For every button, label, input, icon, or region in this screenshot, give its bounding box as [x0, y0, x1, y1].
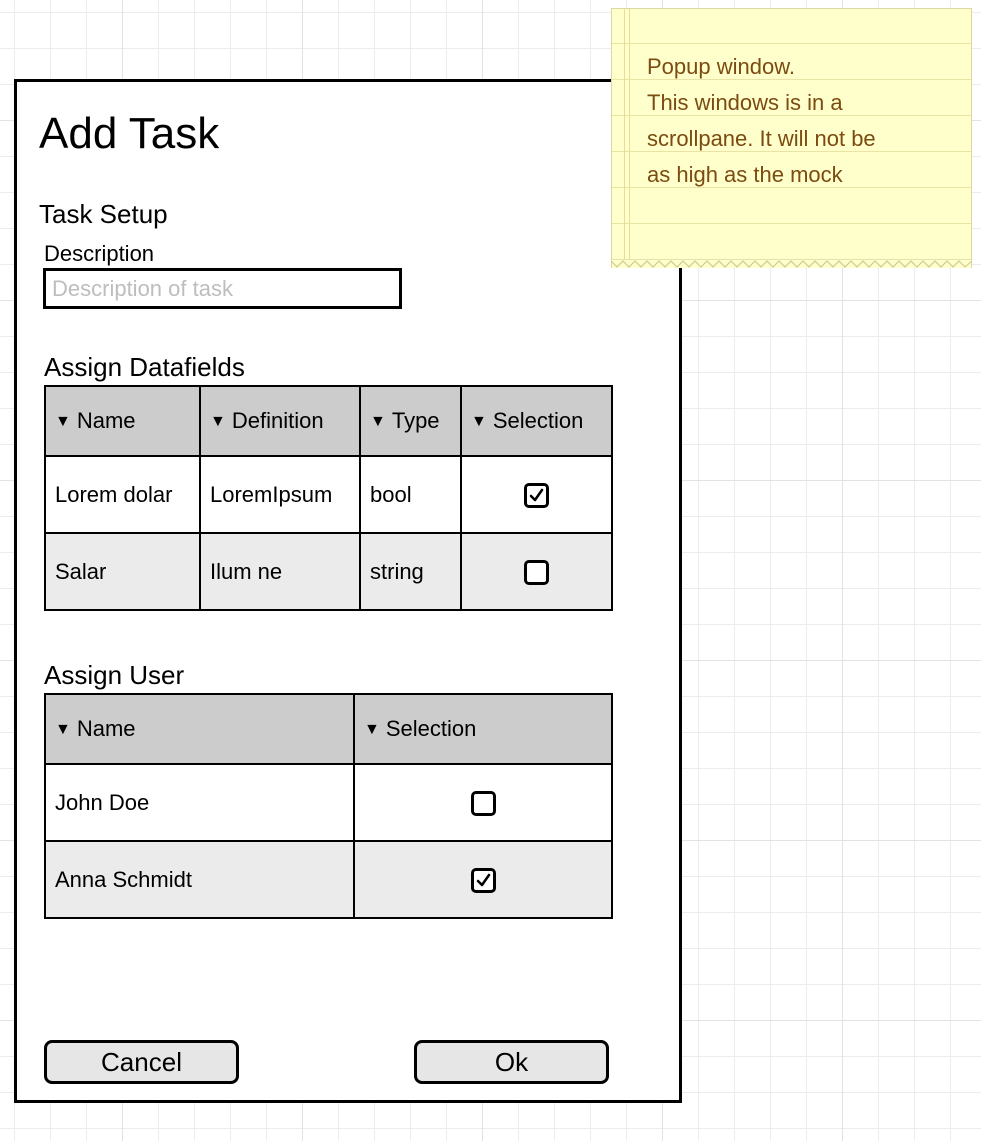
column-header-name[interactable]: ▼ Name	[44, 693, 355, 765]
cell-definition: LoremIpsum	[199, 455, 361, 534]
sticky-note-line: as high as the mock	[647, 162, 843, 187]
table-row[interactable]: John Doe	[44, 763, 613, 842]
cell-name: Lorem dolar	[44, 455, 201, 534]
triangle-down-icon: ▼	[364, 721, 380, 738]
assign-datafields-heading: Assign Datafields	[44, 352, 245, 382]
cell-definition: Ilum ne	[199, 532, 361, 611]
checkbox-checked-icon[interactable]	[524, 482, 549, 508]
sticky-note-line: This windows is in a	[647, 90, 843, 115]
cell-name: John Doe	[44, 763, 355, 842]
table-row[interactable]: Anna Schmidt	[44, 840, 613, 919]
column-header-selection[interactable]: ▼ Selection	[353, 693, 613, 765]
torn-edge	[611, 259, 972, 268]
triangle-down-icon: ▼	[370, 413, 386, 430]
triangle-down-icon: ▼	[55, 721, 71, 738]
checkbox-unchecked-icon[interactable]	[524, 559, 549, 585]
column-header-selection[interactable]: ▼ Selection	[460, 385, 613, 457]
task-setup-heading: Task Setup	[39, 199, 168, 229]
sticky-note-margin	[624, 9, 630, 261]
column-header-name[interactable]: ▼ Name	[44, 385, 201, 457]
triangle-down-icon: ▼	[55, 413, 71, 430]
sticky-note-line: scrollpane. It will not be	[647, 126, 876, 151]
checkbox-unchecked-icon[interactable]	[470, 790, 496, 816]
cell-name: Salar	[44, 532, 201, 611]
sticky-note-text: Popup window. This windows is in a scrol…	[647, 49, 967, 193]
add-task-dialog: Add Task Task Setup Description Assign D…	[14, 79, 682, 1103]
description-input[interactable]	[43, 268, 402, 309]
ok-button[interactable]: Ok	[414, 1040, 609, 1084]
table-row[interactable]: Salar Ilum ne string	[44, 532, 613, 611]
dialog-title: Add Task	[39, 109, 220, 158]
table-row[interactable]: Lorem dolar LoremIpsum bool	[44, 455, 613, 534]
assign-user-heading: Assign User	[44, 660, 185, 690]
description-label: Description	[44, 241, 155, 266]
checkbox-checked-icon[interactable]	[470, 867, 496, 893]
cell-type: bool	[359, 455, 462, 534]
sticky-note-line: Popup window.	[647, 54, 795, 79]
cell-type: string	[359, 532, 462, 611]
triangle-down-icon: ▼	[471, 413, 487, 430]
datafields-table: ▼ Name ▼ Definition ▼ Type ▼ Selection Lorem…	[44, 385, 613, 611]
column-header-type[interactable]: ▼ Type	[359, 385, 462, 457]
sticky-note: Popup window. This windows is in a scrol…	[611, 8, 972, 268]
column-header-definition[interactable]: ▼ Definition	[199, 385, 361, 457]
users-table: ▼ Name ▼ Selection John Doe Anna Schmidt	[44, 693, 613, 919]
triangle-down-icon: ▼	[210, 413, 226, 430]
cell-name: Anna Schmidt	[44, 840, 355, 919]
cancel-button[interactable]: Cancel	[44, 1040, 239, 1084]
